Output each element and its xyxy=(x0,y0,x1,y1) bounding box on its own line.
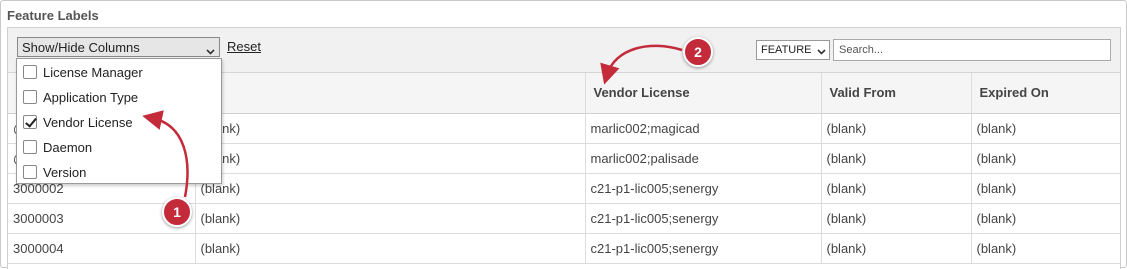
cell-valid-from: (blank) xyxy=(821,143,972,174)
checkbox-unchecked[interactable] xyxy=(23,140,37,154)
column-header-valid-from[interactable]: Valid From xyxy=(821,73,972,114)
cell-label: (blank) xyxy=(195,203,586,234)
column-option-label: License Manager xyxy=(43,64,143,80)
feature-filter-select[interactable]: FEATURE xyxy=(756,40,830,60)
cell-expired-on: (blank) xyxy=(971,203,1120,234)
callout-badge-2: 2 xyxy=(683,37,713,67)
cell-expired-on: (blank) xyxy=(971,143,1120,174)
cell-vendor-license: marlic002;palisade xyxy=(585,143,822,174)
panel-title: Feature Labels xyxy=(7,8,99,23)
column-option-vendor-license[interactable]: Vendor License xyxy=(23,112,218,132)
column-header-vendor-license[interactable]: Vendor License xyxy=(585,73,822,114)
feature-labels-frame: Feature Labels Show/Hide Columns Reset F… xyxy=(0,0,1127,269)
search-input[interactable] xyxy=(833,39,1111,61)
column-option-label: Version xyxy=(43,164,87,180)
cell-valid-from: (blank) xyxy=(821,203,972,234)
cell-vendor-license: c21-p1-lic005;senergy xyxy=(585,203,822,234)
column-header-label[interactable]: bel xyxy=(195,73,586,114)
show-hide-columns-label: Show/Hide Columns xyxy=(22,40,140,55)
column-option-label: Daemon xyxy=(43,139,93,155)
cell-label: (blank) xyxy=(195,233,586,264)
cell-expired-on: (blank) xyxy=(971,233,1120,264)
cell-valid-from: (blank) xyxy=(821,113,972,144)
show-hide-columns-menu: License Manager Application Type Vendor … xyxy=(16,58,222,184)
checkbox-unchecked[interactable] xyxy=(23,90,37,104)
cell-expired-on: (blank) xyxy=(971,173,1120,204)
cell-vendor-license: marlic002;magicad xyxy=(585,113,822,144)
column-option-label: Application Type xyxy=(43,89,139,105)
cell-valid-from: (blank) xyxy=(821,233,972,264)
callout-badge-1: 1 xyxy=(162,197,192,227)
table-row[interactable]: 3000004 (blank) c21-p1-lic005;senergy (b… xyxy=(8,233,1120,264)
cell-vendor-license: c21-p1-lic005;senergy xyxy=(585,173,822,204)
cell-label: (blank) xyxy=(195,173,586,204)
column-header-expired-on[interactable]: Expired On xyxy=(971,73,1120,114)
column-option-application-type[interactable]: Application Type xyxy=(23,87,218,107)
checkbox-unchecked[interactable] xyxy=(23,65,37,79)
column-option-version[interactable]: Version xyxy=(23,162,218,182)
cell-feature: 3000004 xyxy=(8,233,196,264)
cell-label: (blank) xyxy=(195,113,586,144)
checkbox-checked[interactable] xyxy=(23,115,37,129)
cell-label: (blank) xyxy=(195,143,586,174)
column-option-label: Vendor License xyxy=(43,114,133,130)
chevron-down-icon xyxy=(206,43,215,58)
cell-valid-from: (blank) xyxy=(821,173,972,204)
column-option-daemon[interactable]: Daemon xyxy=(23,137,218,157)
checkbox-unchecked[interactable] xyxy=(23,165,37,179)
show-hide-columns-select[interactable]: Show/Hide Columns xyxy=(17,37,220,57)
feature-filter-value: FEATURE xyxy=(761,44,812,56)
chevron-down-icon xyxy=(817,46,826,58)
reset-link[interactable]: Reset xyxy=(227,39,261,54)
column-option-license-manager[interactable]: License Manager xyxy=(23,62,218,82)
cell-expired-on: (blank) xyxy=(971,113,1120,144)
cell-vendor-license: c21-p1-lic005;senergy xyxy=(585,233,822,264)
